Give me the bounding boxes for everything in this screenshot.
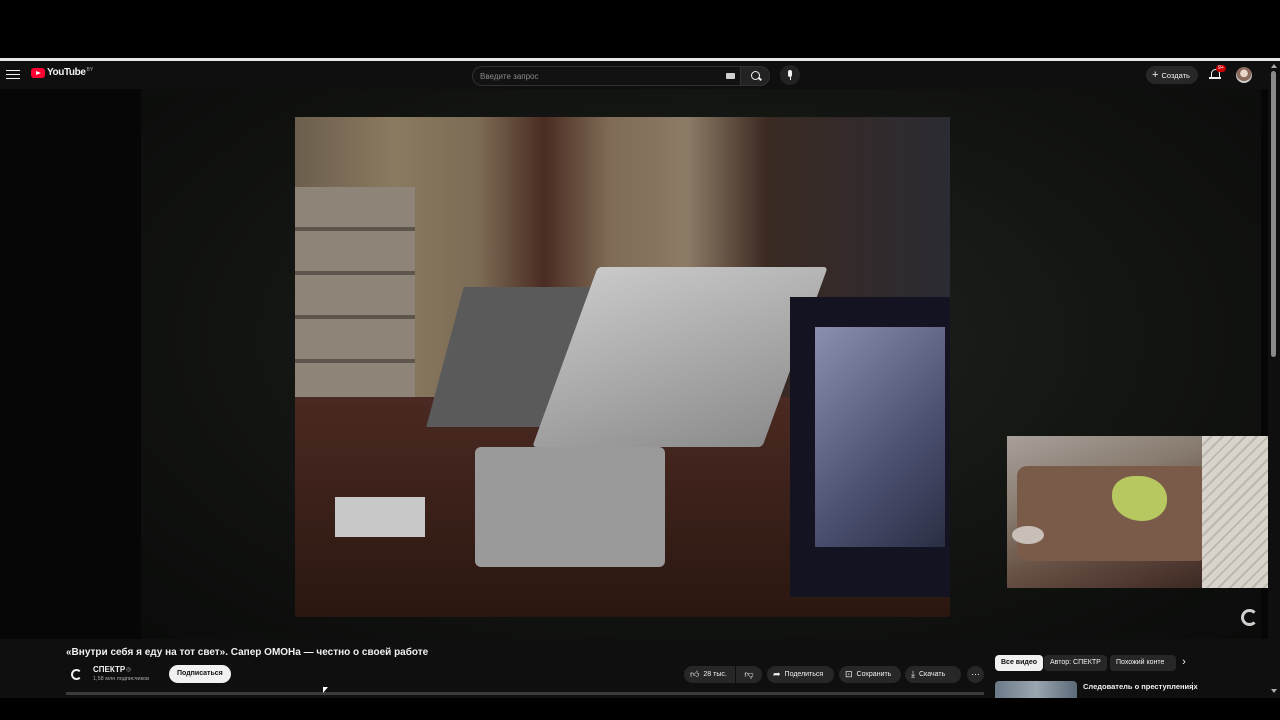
- download-icon: ⤓: [911, 669, 915, 679]
- picture-in-picture-overlay: [1007, 436, 1268, 588]
- share-label: Поделиться: [784, 671, 824, 678]
- channel-avatar[interactable]: [68, 666, 85, 683]
- create-label: Создать: [1161, 70, 1190, 80]
- menu-icon[interactable]: [6, 67, 20, 81]
- download-button[interactable]: ⤓ Скачать: [905, 666, 961, 683]
- verified-icon: ◎: [126, 667, 132, 673]
- page-divider: [66, 692, 984, 695]
- like-icon: 👍︎: [690, 669, 700, 679]
- more-icon[interactable]: …: [967, 666, 984, 683]
- chip-all-videos[interactable]: Все видео: [995, 655, 1044, 671]
- recommendation-thumbnail[interactable]: [995, 681, 1077, 698]
- keyboard-icon[interactable]: [726, 73, 735, 79]
- dislike-button[interactable]: 👎︎: [736, 666, 762, 683]
- youtube-logo[interactable]: YouTube BY: [31, 67, 94, 78]
- notifications-badge: 9+: [1216, 65, 1226, 72]
- logo-text: YouTube: [47, 67, 86, 78]
- country-code: BY: [86, 67, 94, 73]
- mouse-cursor-icon: [323, 687, 328, 693]
- scroll-down-arrow[interactable]: [1271, 689, 1277, 693]
- chip-author[interactable]: Автор: СПЕКТР: [1044, 655, 1107, 671]
- subscribe-button[interactable]: Подписаться: [169, 665, 231, 683]
- save-button[interactable]: ⊡ Сохранить: [839, 666, 901, 683]
- scroll-up-arrow[interactable]: [1271, 64, 1277, 68]
- recommendation-more-icon[interactable]: ⋮: [1188, 682, 1197, 691]
- search-icon-handle: [758, 76, 762, 81]
- plus-icon: +: [1152, 68, 1159, 81]
- bottom-black-band: [0, 698, 1280, 720]
- share-button[interactable]: ➦ Поделиться: [767, 666, 834, 683]
- scroll-thumb[interactable]: [1271, 71, 1276, 357]
- video-title: «Внутри себя я еду на тот свет». Сапер О…: [66, 647, 429, 658]
- save-label: Сохранить: [856, 671, 892, 678]
- search-input[interactable]: [480, 67, 710, 85]
- search-box: [472, 66, 741, 86]
- video-scene-image: [295, 117, 950, 617]
- voice-search-button[interactable]: [780, 65, 800, 85]
- dislike-icon: 👎︎: [744, 669, 754, 679]
- microphone-icon-stem: [789, 77, 791, 80]
- chip-similar[interactable]: Похожий конте: [1110, 655, 1176, 671]
- video-info-section: «Внутри себя я еду на тот свет». Сапер О…: [0, 639, 1268, 698]
- channel-subscribers: 1,58 млн подписчиков: [93, 676, 150, 682]
- create-button[interactable]: + Создать: [1146, 66, 1198, 84]
- microphone-icon: [788, 70, 792, 77]
- youtube-logo-icon: [31, 68, 45, 78]
- share-icon: ➦: [773, 669, 781, 679]
- channel-name[interactable]: СПЕКТР: [93, 665, 125, 674]
- avatar[interactable]: [1236, 67, 1252, 83]
- save-icon: ⊡: [845, 669, 853, 679]
- video-player[interactable]: [0, 89, 1268, 639]
- top-black-band: [0, 0, 1280, 58]
- recommendation-title[interactable]: Следователь о преступлениях: [1083, 682, 1198, 691]
- like-button[interactable]: 👍︎ 28 тыс.: [684, 666, 735, 683]
- download-label: Скачать: [918, 671, 946, 678]
- masthead: YouTube BY + Создать 9+: [0, 61, 1268, 89]
- search-button[interactable]: [740, 66, 770, 86]
- likes-count: 28 тыс.: [703, 671, 727, 678]
- loading-spinner-icon: [1241, 609, 1258, 626]
- page-scrollbar[interactable]: [1268, 61, 1280, 698]
- chevron-right-icon[interactable]: ›: [1176, 655, 1192, 671]
